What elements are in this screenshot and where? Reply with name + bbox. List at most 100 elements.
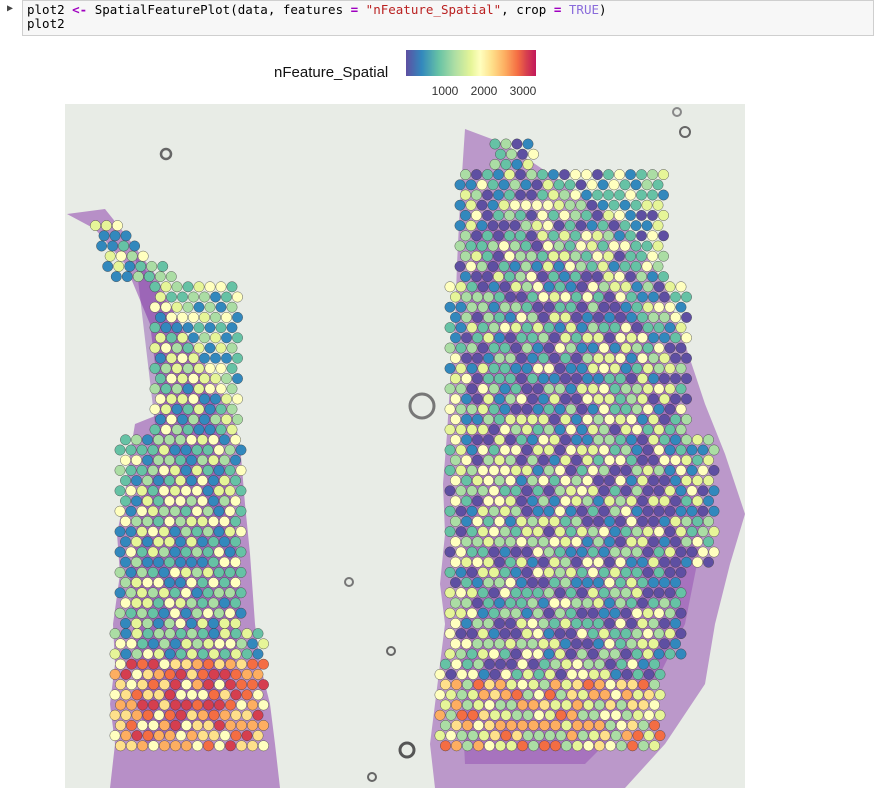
spot [478,669,490,680]
spot [521,648,533,660]
spot [516,413,527,425]
spot [565,281,577,293]
spot [208,648,220,660]
spot [549,515,560,527]
spot [598,362,610,374]
spot [642,607,654,619]
spot [472,454,483,466]
spot [531,260,543,272]
spot [664,281,676,293]
spot [664,648,676,660]
spot [120,475,131,486]
spot [473,740,484,752]
spot [450,332,461,344]
spot [609,342,621,354]
spot [565,587,577,599]
spot [236,720,247,731]
spot [544,669,556,680]
spot [115,658,126,670]
spot [505,536,516,548]
spot [488,301,500,313]
spot [171,362,183,374]
code-cell[interactable]: ▶ plot2 <- SpatialFeaturePlot(data, feat… [0,0,876,38]
spot [175,556,186,568]
run-cell-icon[interactable]: ▶ [7,4,17,14]
spot [505,618,516,629]
spot [643,669,655,680]
spot [609,444,621,456]
spot [631,362,643,374]
spot [188,373,199,384]
spot [526,271,537,283]
tick-label-2000: 2000 [470,84,498,98]
spot [516,352,527,364]
spot [604,495,615,507]
spot [208,689,220,701]
spot [582,454,593,466]
spot [615,311,626,323]
spot [142,730,154,741]
spot [208,434,219,446]
spot [504,169,515,181]
spot [675,403,687,415]
spot [515,169,526,181]
spot [532,607,544,619]
spot [510,424,522,435]
spot [582,577,593,588]
spot [158,526,170,537]
spot [115,679,126,690]
spot [215,362,227,374]
spot [472,618,483,629]
spot [450,495,461,507]
spot [703,495,714,507]
spot [454,179,466,191]
spot [208,597,219,609]
spot [124,260,136,272]
spot [455,648,467,660]
spot [604,352,615,364]
spot [653,362,665,374]
code-editor[interactable]: plot2 <- SpatialFeaturePlot(data, featur… [22,0,874,36]
spot [560,618,571,629]
spot [681,393,692,405]
spot [158,444,170,456]
colorbar: 1000 2000 3000 [406,50,536,98]
spot [202,505,214,517]
spot [461,475,472,486]
spot [137,720,148,731]
spot [527,556,538,568]
spot [560,638,571,650]
spot [153,556,164,568]
spot [126,250,138,262]
spot [466,403,478,415]
spot [142,536,153,548]
spot [571,393,582,405]
spot [193,322,205,334]
spot [472,373,483,384]
spot [599,730,611,741]
spot [560,556,571,568]
spot [659,638,670,650]
spot [210,373,221,384]
spot [202,444,214,456]
spot [487,199,499,211]
spot [553,199,565,211]
spot [592,230,603,242]
spot [160,322,172,334]
spot [494,475,505,486]
spot [177,332,188,344]
spot [488,322,500,334]
spot [538,556,549,568]
spot [686,485,698,497]
spot [477,648,489,660]
spot [224,526,236,537]
spot [626,332,637,344]
spot [232,291,243,303]
spot [521,322,533,334]
spot [182,281,194,293]
spot [615,291,626,303]
spot [509,179,521,191]
spot [230,454,241,466]
spot [659,618,670,629]
spot [637,475,648,486]
